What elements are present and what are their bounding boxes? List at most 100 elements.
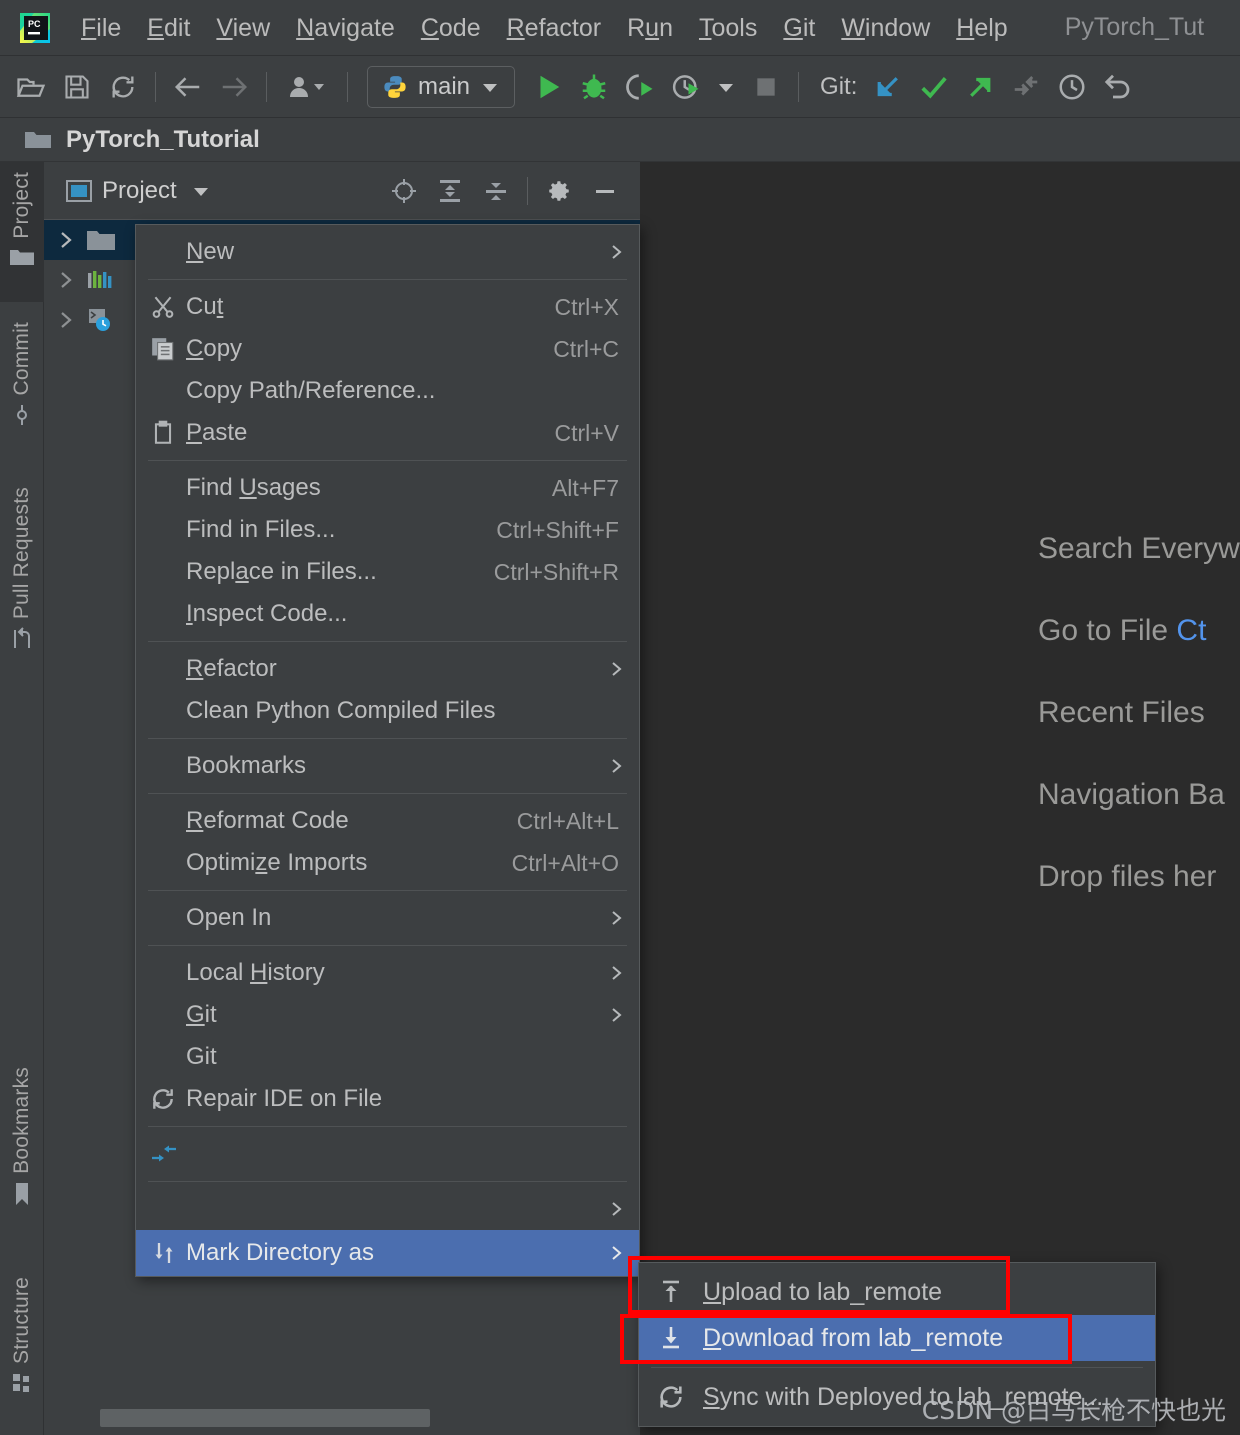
menu-navigate[interactable]: Navigate bbox=[283, 11, 408, 45]
context-menu-item-compare-with[interactable] bbox=[136, 1133, 639, 1175]
context-menu-item-deployment[interactable]: Mark Directory as bbox=[136, 1230, 639, 1276]
submenu-item-upload-to-lab-remote[interactable]: Upload to lab_remote bbox=[639, 1269, 1155, 1315]
sidebar-item-bookmarks[interactable]: Bookmarks bbox=[0, 1067, 44, 1257]
context-menu-item-git[interactable]: Git bbox=[136, 994, 639, 1036]
run-icon[interactable] bbox=[525, 64, 571, 110]
context-menu-item-replace-in-files[interactable]: Replace in Files... Ctrl+Shift+R bbox=[136, 551, 639, 593]
sidebar-item-commit-label: Commit bbox=[10, 322, 33, 396]
menu-tools[interactable]: Tools bbox=[686, 11, 770, 45]
main-toolbar: main Git: bbox=[0, 56, 1240, 118]
git-push-icon[interactable] bbox=[957, 64, 1003, 110]
hint-label: Go to File bbox=[1038, 614, 1169, 647]
debug-bug-icon[interactable] bbox=[571, 64, 617, 110]
run-config-label: main bbox=[418, 72, 471, 100]
sync-icon[interactable] bbox=[100, 64, 146, 110]
sync-icon bbox=[657, 1383, 703, 1411]
context-menu-item-new[interactable]: New bbox=[136, 231, 639, 273]
settings-gear-icon[interactable] bbox=[536, 168, 582, 214]
menu-edit[interactable]: Edit bbox=[134, 11, 203, 45]
hint-label: Navigation Ba bbox=[1038, 778, 1225, 811]
menu-bar: PC File Edit View Navigate Code Refactor… bbox=[0, 0, 1240, 56]
sidebar-item-structure[interactable]: Structure bbox=[0, 1277, 44, 1435]
sidebar-item-pull-requests[interactable]: Pull Requests bbox=[0, 487, 44, 717]
chevron-right-icon bbox=[609, 909, 625, 927]
profiler-icon[interactable] bbox=[663, 64, 709, 110]
deployment-icon bbox=[150, 1240, 186, 1266]
arrow-forward-icon[interactable] bbox=[211, 64, 257, 110]
toolbar-divider-2 bbox=[266, 71, 267, 102]
context-menu-item-local-history[interactable]: Local History bbox=[136, 952, 639, 994]
stop-icon[interactable] bbox=[743, 64, 789, 110]
context-menu-item-optimize-imports[interactable]: Optimize Imports Ctrl+Alt+O bbox=[136, 842, 639, 884]
expand-all-icon[interactable] bbox=[427, 168, 473, 214]
menu-item-label: Git bbox=[186, 1043, 217, 1070]
sidebar-item-project[interactable]: Project bbox=[0, 162, 44, 302]
hint-label: Search Everyw bbox=[1038, 532, 1240, 565]
run-configuration-selector[interactable]: main bbox=[367, 65, 516, 108]
git-commit-icon[interactable] bbox=[911, 64, 957, 110]
context-menu-item-refactor[interactable]: Refactor bbox=[136, 648, 639, 690]
menu-run[interactable]: Run bbox=[614, 11, 686, 45]
open-folder-icon[interactable] bbox=[8, 64, 54, 110]
context-menu-item-inspect-code[interactable]: Inspect Code... bbox=[136, 593, 639, 635]
menu-separator bbox=[148, 793, 627, 794]
menu-item-shortcut: Ctrl+Alt+O bbox=[511, 849, 619, 876]
scissors-icon bbox=[150, 294, 186, 320]
menu-item-label: Paste bbox=[186, 419, 248, 446]
collapse-all-icon[interactable] bbox=[473, 168, 519, 214]
toolbar-divider bbox=[155, 71, 156, 102]
chevron-right-icon bbox=[61, 312, 72, 328]
hint-drop-files: Drop files her bbox=[1038, 860, 1240, 894]
menu-separator bbox=[148, 641, 627, 642]
editor-empty-area: Search Everyw Go to File Ct Recent Files… bbox=[640, 162, 1240, 1435]
menu-code[interactable]: Code bbox=[408, 11, 494, 45]
context-menu-item-find-in-files[interactable]: Find in Files... Ctrl+Shift+F bbox=[136, 509, 639, 551]
project-panel-horizontal-scrollbar[interactable] bbox=[100, 1409, 640, 1427]
download-icon bbox=[657, 1324, 703, 1352]
scrollbar-thumb[interactable] bbox=[100, 1409, 430, 1427]
submenu-item-download-from-lab-remote[interactable]: Download from lab_remote bbox=[639, 1315, 1155, 1361]
git-update-project-icon[interactable] bbox=[865, 64, 911, 110]
folder-icon bbox=[25, 131, 51, 148]
chevron-down-icon[interactable] bbox=[191, 184, 211, 198]
context-menu-item-reformat-code[interactable]: Reformat Code Ctrl+Alt+L bbox=[136, 800, 639, 842]
git-rollback-icon[interactable] bbox=[1003, 64, 1049, 110]
hint-recent-files: Recent Files bbox=[1038, 696, 1240, 730]
menu-refactor[interactable]: Refactor bbox=[494, 11, 615, 45]
context-menu-item-repair-ide-on-file[interactable]: Git bbox=[136, 1036, 639, 1078]
menu-item-label: Download from lab_remote bbox=[703, 1323, 1004, 1352]
context-menu-item-copy[interactable]: Copy Ctrl+C bbox=[136, 328, 639, 370]
save-icon[interactable] bbox=[54, 64, 100, 110]
context-menu-item-copy-path-reference[interactable]: Copy Path/Reference... bbox=[136, 370, 639, 412]
run-with-coverage-icon[interactable] bbox=[617, 64, 663, 110]
breadcrumb-project-name[interactable]: PyTorch_Tutorial bbox=[66, 126, 260, 154]
menu-help[interactable]: Help bbox=[943, 11, 1020, 45]
menu-view[interactable]: View bbox=[203, 11, 283, 45]
context-menu-item-bookmarks[interactable]: Bookmarks bbox=[136, 745, 639, 787]
context-menu-item-cut[interactable]: Cut Ctrl+X bbox=[136, 286, 639, 328]
menu-separator bbox=[148, 1181, 627, 1182]
folder-icon bbox=[87, 231, 115, 250]
select-opened-file-icon[interactable] bbox=[381, 168, 427, 214]
hint-navigation-bar: Navigation Ba bbox=[1038, 778, 1240, 812]
context-menu-item-reload-from-disk[interactable]: Repair IDE on File bbox=[136, 1078, 639, 1120]
context-menu-item-clean-python-compiled-files[interactable]: Clean Python Compiled Files bbox=[136, 690, 639, 732]
hide-minimize-icon[interactable] bbox=[582, 168, 628, 214]
context-menu-item-open-in[interactable]: Open In bbox=[136, 897, 639, 939]
menu-window[interactable]: Window bbox=[828, 11, 943, 45]
undo-icon[interactable] bbox=[1095, 64, 1141, 110]
menu-separator bbox=[148, 1126, 627, 1127]
context-menu-item-find-usages[interactable]: Find Usages Alt+F7 bbox=[136, 467, 639, 509]
profiler-dropdown-icon[interactable] bbox=[709, 64, 743, 110]
arrow-back-icon[interactable] bbox=[165, 64, 211, 110]
menu-item-label: Clean Python Compiled Files bbox=[186, 697, 496, 724]
menu-git[interactable]: Git bbox=[770, 11, 828, 45]
project-panel-title[interactable]: Project bbox=[102, 177, 177, 205]
user-profile-icon[interactable] bbox=[276, 64, 338, 110]
context-menu-item-paste[interactable]: Paste Ctrl+V bbox=[136, 412, 639, 454]
sidebar-item-commit[interactable]: Commit bbox=[0, 322, 44, 462]
menu-item-label: New bbox=[186, 238, 235, 265]
menu-file[interactable]: File bbox=[68, 11, 134, 45]
history-clock-icon[interactable] bbox=[1049, 64, 1095, 110]
context-menu-item-mark-directory-as[interactable] bbox=[136, 1188, 639, 1230]
